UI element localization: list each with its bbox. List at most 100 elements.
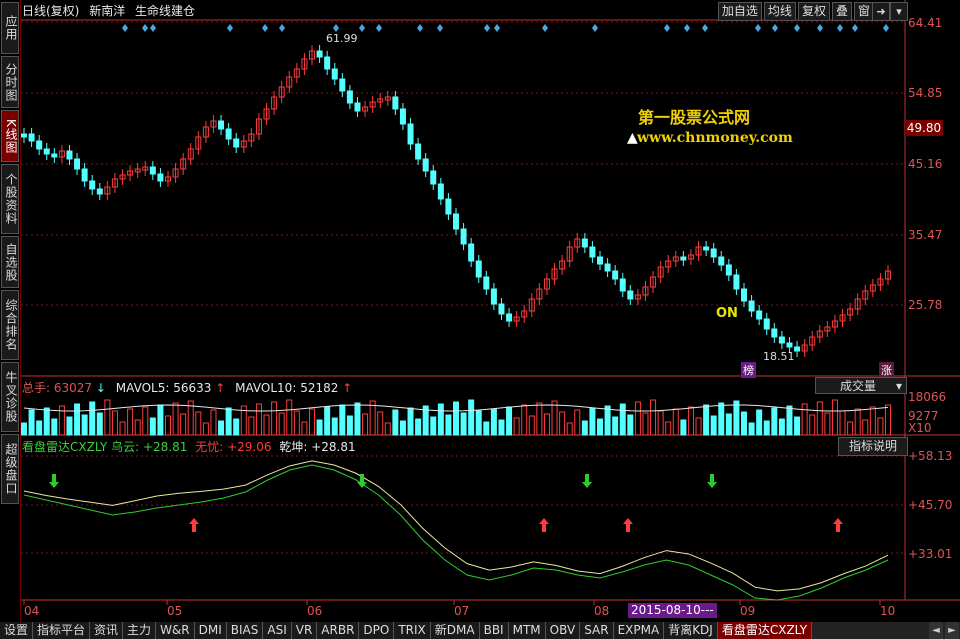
- candle-body: [490, 288, 497, 305]
- volume-unit: X10: [908, 421, 932, 435]
- bottom-tab[interactable]: 指标平台: [33, 622, 91, 639]
- volume-bar: [66, 416, 73, 436]
- volume-bar: [233, 418, 240, 436]
- candle-body: [506, 313, 513, 322]
- volume-bar: [642, 412, 649, 436]
- signal-arrow: [833, 518, 843, 532]
- bottom-tab[interactable]: MTM: [508, 622, 546, 639]
- candle-body: [96, 188, 103, 195]
- bottom-tab[interactable]: 设置: [0, 622, 34, 639]
- bottom-tab[interactable]: 看盘雷达CXZLY: [717, 622, 813, 639]
- candle-body: [233, 138, 240, 148]
- cursor-date: 2015-08-10---: [628, 603, 717, 618]
- bottom-tab[interactable]: 新DMA: [430, 622, 480, 639]
- candle-body: [415, 143, 422, 160]
- candle-body: [771, 328, 778, 338]
- bottom-tab[interactable]: TRIX: [394, 622, 431, 639]
- volume-bar: [309, 408, 315, 436]
- volume-indicator-select[interactable]: 成交量 ▾: [815, 377, 907, 394]
- volume-bar: [445, 414, 452, 436]
- signal-diamond: [417, 24, 423, 32]
- window-button[interactable]: 窗: [853, 2, 874, 21]
- mavol10-value: 52182: [300, 381, 339, 395]
- overlay-button[interactable]: 叠: [831, 2, 852, 21]
- chevron-down-icon[interactable]: ▾: [890, 2, 908, 21]
- candle-body: [710, 248, 717, 258]
- volume-bar: [756, 409, 763, 436]
- volume-bar: [453, 401, 459, 436]
- volume-bar: [741, 411, 747, 436]
- candle-body: [786, 342, 793, 348]
- candle-body: [225, 128, 232, 140]
- kline-chart[interactable]: [0, 0, 960, 622]
- mavol5-label: MAVOL5:: [115, 381, 170, 395]
- volume-bar: [786, 405, 793, 436]
- volume-bar: [612, 416, 619, 436]
- bottom-tab[interactable]: W&R: [156, 622, 195, 639]
- signal-diamond: [772, 24, 778, 32]
- volume-bar: [149, 417, 156, 436]
- signal-diamond: [664, 24, 670, 32]
- candle-body: [468, 243, 475, 262]
- volume-bar: [680, 419, 687, 436]
- candle-body: [718, 256, 725, 266]
- volume-bar: [824, 412, 831, 436]
- volume-bar: [703, 404, 710, 436]
- volume-bar: [51, 418, 58, 436]
- bottom-tab[interactable]: 资讯: [90, 622, 124, 639]
- indicator-help-button[interactable]: 指标说明: [838, 437, 908, 456]
- volume-bar: [157, 404, 164, 436]
- volume-bar: [597, 418, 603, 436]
- bottom-tab[interactable]: ASI: [263, 622, 292, 639]
- volume-bar: [399, 420, 406, 436]
- candle-body: [604, 263, 611, 272]
- candle-body: [460, 228, 467, 245]
- volume-bar: [475, 410, 482, 436]
- volume-bar: [104, 399, 111, 436]
- bottom-tab[interactable]: SAR: [580, 622, 614, 639]
- bottom-tab[interactable]: DPO: [359, 622, 395, 639]
- bottom-tab[interactable]: 背离KDJ: [664, 622, 718, 639]
- candle-body: [339, 78, 346, 92]
- candle-body: [28, 133, 35, 142]
- volume-bar: [119, 421, 126, 436]
- moving-average-button[interactable]: 均线: [763, 2, 796, 21]
- pin-icon[interactable]: ➜: [872, 2, 890, 21]
- bottom-tab[interactable]: DMI: [194, 622, 227, 639]
- volume-bar: [581, 420, 588, 436]
- zhang-badge: 涨: [879, 362, 894, 378]
- volume-bar: [324, 406, 331, 436]
- volume-bar: [210, 409, 217, 436]
- volume-bar: [415, 418, 422, 436]
- mavol10-label: MAVOL10:: [235, 381, 297, 395]
- month-label: 04: [24, 604, 40, 618]
- mavol5-value: 56633: [173, 381, 212, 395]
- bottom-tab[interactable]: VR: [291, 622, 318, 639]
- volume-bar: [885, 404, 891, 436]
- adjust-button[interactable]: 复权: [797, 2, 830, 21]
- bottom-tab[interactable]: OBV: [545, 622, 581, 639]
- volume-bar: [574, 409, 581, 436]
- volume-bar: [255, 403, 262, 436]
- bottom-tab[interactable]: BBI: [479, 622, 509, 639]
- signal-arrow: [49, 474, 59, 488]
- volume-bar: [498, 419, 505, 436]
- volume-bar: [346, 415, 353, 436]
- bottom-tab[interactable]: 主力: [123, 622, 157, 639]
- period-label[interactable]: 日线(复权): [22, 4, 79, 18]
- signal-diamond: [484, 24, 490, 32]
- signal-diamond: [852, 24, 858, 32]
- volume-bar: [21, 422, 27, 436]
- scroll-right-icon[interactable]: ►: [945, 622, 959, 639]
- bottom-tab[interactable]: ARBR: [317, 622, 360, 639]
- volume-bar: [384, 422, 391, 436]
- volume-bar: [589, 407, 596, 436]
- candle-body: [612, 270, 619, 280]
- bottom-tab[interactable]: BIAS: [226, 622, 264, 639]
- scroll-left-icon[interactable]: ◄: [929, 622, 943, 639]
- volume-bar: [248, 416, 255, 436]
- add-watchlist-button[interactable]: 加自选: [717, 2, 762, 21]
- candle-body: [725, 264, 732, 276]
- bottom-tab[interactable]: EXPMA: [613, 622, 665, 639]
- volume-bar: [733, 400, 740, 436]
